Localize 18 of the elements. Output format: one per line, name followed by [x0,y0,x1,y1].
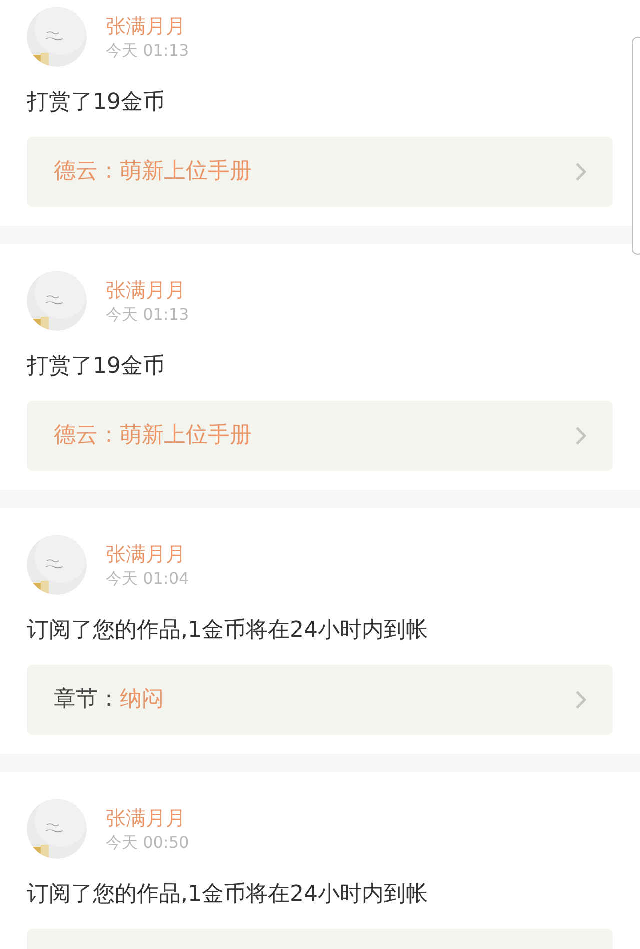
user-name[interactable]: 张满月月 [106,805,186,831]
activity-text: 订阅了您的作品,1金币将在24小时内到帐 [27,881,428,909]
timestamp: 今天 00:50 [106,832,190,854]
user-name[interactable]: 张满月月 [106,277,186,303]
work-link[interactable]: 章节：纳闷 [27,665,613,735]
chevron-right-icon [575,690,587,710]
activity-text: 订阅了您的作品,1金币将在24小时内到帐 [27,617,428,645]
chevron-right-icon [575,162,587,182]
timestamp: 今天 01:13 [106,304,190,326]
user-name[interactable]: 张满月月 [106,541,186,567]
timestamp: 今天 01:04 [106,568,190,590]
activity-text: 打赏了19金币 [27,353,165,381]
work-link[interactable]: 德云：萌新上位手册 [27,401,613,471]
activity-text: 打赏了19金币 [27,89,165,117]
timestamp: 今天 01:13 [106,40,190,62]
user-name[interactable]: 张满月月 [106,13,186,39]
work-link[interactable]: 德云：萌新上位手册 [27,137,613,207]
chevron-right-icon [575,426,587,446]
